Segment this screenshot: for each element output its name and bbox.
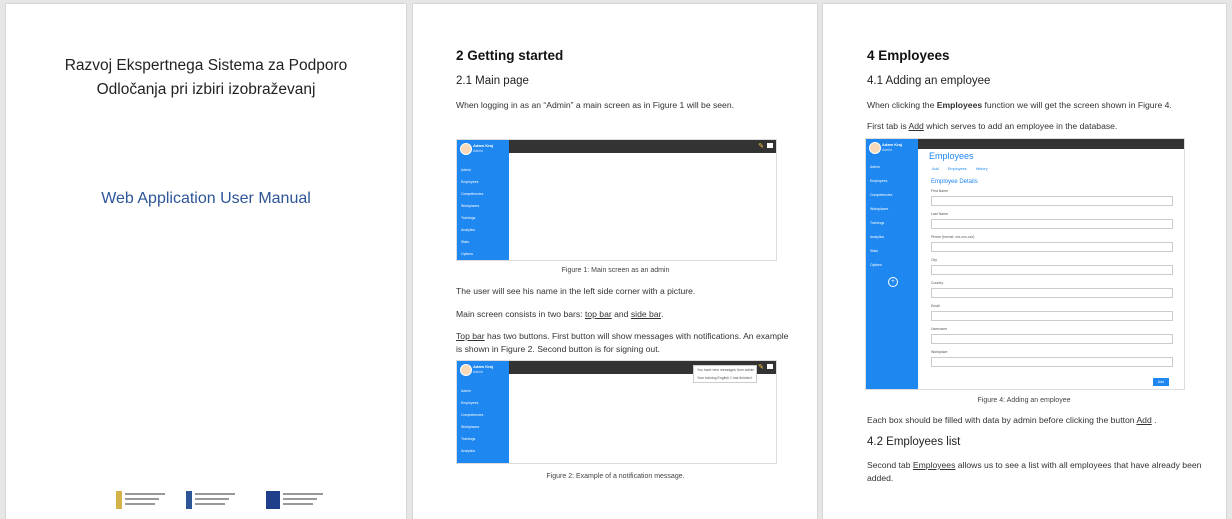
cover-title: Razvoj Ekspertnega Sistema za Podporo Od… [6,54,406,102]
sidebar-menu-item: Employees [870,179,888,183]
employee-details-heading: Employee Details [931,179,978,185]
form-input [931,334,1173,344]
sidebar-menu-item: Stats [461,240,469,244]
topbar-link: Top bar [456,331,485,341]
side-bar: Adam Kraj Admin Admin Employees Competenci… [457,361,509,463]
sidebar-menu-item: Stats [870,249,878,253]
figure4-add-employee-screen: Adam Kraj Admin Admin Employees Competenci… [865,138,1185,390]
cover-title-line2: Odločanja pri izbiri izobraževanj [96,81,316,98]
sidebar-menu-item: Options [870,263,883,267]
notification-item: Your training English 1 has finished [697,376,752,380]
user-role: Admin [473,149,483,153]
add-link: Add [908,121,924,131]
employees-link: Employees [912,460,956,470]
field-label: Email [931,304,940,308]
field-label: City [931,258,938,262]
tab-history: History [975,167,988,171]
sidebar-menu-item: Competencies [870,193,893,197]
tab-employees: Employees [947,167,967,171]
field-label: Country [931,281,944,285]
app-page-title: Employees [929,151,974,161]
form-input [931,265,1173,275]
sidebar-menu-item: Workplaces [461,204,480,208]
figure2-notification-screen: ✎ Adam Kraj Admin Admin Employees Competen… [456,360,777,464]
user-name: Adam Kraj [473,143,494,148]
sidebar-menu-item: Admin [461,168,471,172]
user-role: Admin [473,370,483,374]
form-input [931,311,1173,321]
add-button: Add [1153,378,1169,386]
bell-icon: ✎ [758,143,764,150]
field-label: Username [931,327,948,331]
add-circle-icon: + [888,277,898,287]
fill-boxes-paragraph: Each box should be filled with data by a… [867,415,1157,425]
avatar [460,364,472,376]
side-bar: Adam Kraj Admin Admin Employees Competenci… [866,139,918,389]
signout-icon [767,364,773,369]
name-paragraph: The user will see his name in the left s… [456,286,696,296]
figure1-caption: Figure 1: Main screen as an admin [561,267,670,274]
sidebar-menu-item: Employees [461,401,479,405]
bell-icon: ✎ [758,364,764,371]
sidebar-menu-item: Employees [461,180,479,184]
top-bar-link: top bar [584,309,612,319]
sidebar-menu-item: Trainings [461,437,476,441]
form-input [931,288,1173,298]
employees-page: 4 Employees 4.1 Adding an employee When … [823,4,1226,519]
bars-paragraph: Main screen consists in two bars: top ba… [456,309,664,319]
user-name: Adam Kraj [473,364,494,369]
form-input [931,242,1173,252]
tab-add: Add [932,167,939,171]
form-input [931,219,1173,229]
figure1-main-screen: ✎ Adam Kraj Admin Admin Employees Competen… [456,139,777,261]
sidebar-menu-item: Workplaces [870,207,889,211]
sidebar-menu-item: Competencies [461,192,484,196]
topbar-paragraph: Top bar has two buttons. First button wi… [456,331,789,354]
side-bar: Adam Kraj Admin Admin Employees Competenci… [457,140,509,260]
cover-page: Razvoj Ekspertnega Sistema za Podporo Od… [6,4,406,519]
sidebar-menu-item: Analytics [870,235,885,239]
sidebar-menu-item: Analytics [461,228,476,232]
figure4-caption: Figure 4: Adding an employee [977,397,1071,404]
user-name: Adam Kraj [882,142,903,147]
user-role: Admin [882,148,892,152]
subsection-heading: 2.1 Main page [456,75,529,87]
form-input [931,357,1173,367]
getting-started-page: 2 Getting started 2.1 Main page When log… [413,4,817,519]
subsection-heading: 4.2 Employees list [867,436,961,448]
avatar [869,142,881,154]
add-tab-paragraph: First tab is Add which serves to add an … [867,121,1118,131]
avatar [460,143,472,155]
sidebar-menu-item: Trainings [870,221,885,225]
cover-title-line1: Razvoj Ekspertnega Sistema za Podporo [64,57,348,74]
sidebar-menu-item: Admin [870,165,880,169]
employees-intro-paragraph: When clicking the Employees function we … [867,100,1172,110]
cover-subtitle: Web Application User Manual [101,190,311,207]
form-input [931,196,1173,206]
field-label: Last Name [931,212,948,216]
sidebar-menu-item: Options [461,252,474,256]
employee-tabs: Add Employees History [932,167,996,171]
employees-list-paragraph: Second tab Employees allows us to see a … [867,460,1202,483]
subsection-heading: 4.1 Adding an employee [867,75,991,87]
signout-icon [767,143,773,148]
sidebar-menu-item: Analytics [461,449,476,453]
notification-popup: You have new messages from admin Your tr… [693,365,757,383]
notification-item: You have new messages from admin [697,368,755,372]
intro-paragraph: When logging in as an “Admin” a main scr… [456,100,735,110]
side-bar-link: side bar [630,309,661,319]
figure2-caption: Figure 2: Example of a notification mess… [546,473,685,480]
field-label: First Name [931,189,949,193]
section-heading: 4 Employees [867,48,950,63]
sidebar-menu-item: Competencies [461,413,484,417]
field-label: Phone (format: xxx-xxx-xxx) [931,235,975,239]
add-link: Add [1136,415,1152,425]
sidebar-menu-item: Trainings [461,216,476,220]
field-label: Workplace [931,350,948,354]
section-heading: 2 Getting started [456,48,564,63]
sidebar-menu-item: Workplaces [461,425,480,429]
sponsor-logos [116,489,346,511]
sidebar-menu-item: Admin [461,389,471,393]
